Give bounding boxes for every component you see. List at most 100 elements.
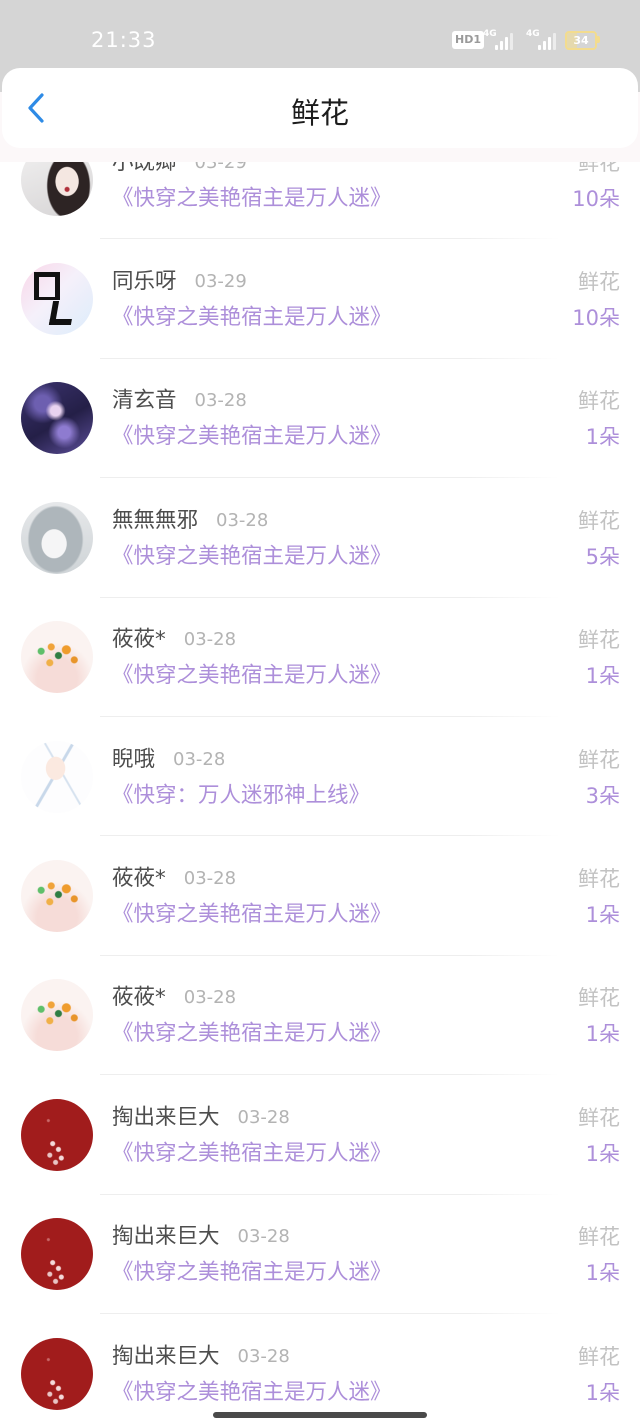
sender-line: 清玄音 03-28 — [112, 388, 247, 414]
home-indicator[interactable] — [213, 1412, 427, 1418]
gift-date: 03-28 — [173, 748, 226, 770]
sender-name: 無無無邪 — [112, 507, 199, 533]
sender-line: 睨哦 03-28 — [112, 747, 225, 773]
clock: 21:33 — [91, 28, 157, 52]
sender-line: 掏出来巨大 03-28 — [112, 1224, 290, 1250]
gift-record-row[interactable]: 無無無邪 03-28 《快穿之美艳宿主是万人迷》 鲜花 5朵 — [0, 478, 640, 598]
gift-record-row[interactable]: 掏出来巨大 03-28 《快穿之美艳宿主是万人迷》 鲜花 1朵 — [0, 1314, 640, 1422]
gift-count: 1朵 — [585, 1380, 620, 1405]
gift-type: 鲜花 — [578, 1344, 620, 1369]
signal-bar — [495, 45, 498, 50]
book-title-link[interactable]: 《快穿之美艳宿主是万人迷》 — [112, 663, 392, 689]
gift-date: 03-28 — [183, 868, 237, 890]
book-title-link[interactable]: 《快穿之美艳宿主是万人迷》 — [112, 1141, 392, 1167]
signal-icon: 4G — [526, 29, 558, 51]
gift-count: 1朵 — [585, 1261, 620, 1286]
sender-line: 同乐呀 03-29 — [112, 269, 247, 295]
signal-bar — [510, 33, 513, 50]
gift-type: 鲜花 — [578, 747, 620, 772]
gift-count: 5朵 — [585, 544, 620, 569]
top-area: 21:33 HD1 4G 4G 34 鲜花 — [0, 0, 640, 162]
book-title-link[interactable]: 《快穿之美艳宿主是万人迷》 — [112, 1260, 392, 1286]
signal-bar — [505, 37, 508, 50]
gift-type: 鲜花 — [578, 270, 620, 295]
gift-count: 3朵 — [585, 783, 620, 808]
gift-record-row[interactable]: 睨哦 03-28 《快穿：万人迷邪神上线》 鲜花 3朵 — [0, 717, 640, 837]
status-bar: 21:33 HD1 4G 4G 34 — [0, 0, 640, 68]
gift-type: 鲜花 — [578, 1105, 620, 1130]
sender-name: 莜莜* — [112, 627, 166, 653]
gift-date: 03-28 — [237, 1106, 290, 1128]
gift-date: 03-28 — [216, 509, 269, 531]
sender-line: 無無無邪 03-28 — [112, 508, 268, 534]
book-title-link[interactable]: 《快穿之美艳宿主是万人迷》 — [112, 186, 392, 212]
sender-line: 莜莜* 03-28 — [112, 627, 236, 653]
nav-bar: 鲜花 — [2, 68, 638, 148]
avatar[interactable] — [21, 1098, 93, 1171]
gift-count: 1朵 — [585, 425, 620, 450]
gift-date: 03-28 — [237, 1226, 290, 1248]
book-title-link[interactable]: 《快穿之美艳宿主是万人迷》 — [112, 424, 392, 450]
gift-count: 10朵 — [572, 186, 620, 211]
signal-bar — [500, 41, 503, 50]
gift-date: 03-29 — [194, 271, 247, 293]
gift-date: 03-28 — [194, 390, 247, 412]
sender-line: 掏出来巨大 03-28 — [112, 1344, 290, 1370]
battery-icon: 34 — [565, 31, 597, 50]
avatar[interactable] — [21, 860, 93, 933]
gift-date: 03-28 — [183, 629, 237, 651]
sender-name: 掏出来巨大 — [112, 1224, 220, 1250]
avatar[interactable] — [21, 263, 93, 336]
avatar[interactable] — [21, 979, 93, 1052]
book-title-link[interactable]: 《快穿之美艳宿主是万人迷》 — [112, 305, 392, 331]
signal-bar — [538, 45, 541, 50]
book-title-link[interactable]: 《快穿之美艳宿主是万人迷》 — [112, 902, 392, 928]
sender-line: 莜莜* 03-28 — [112, 866, 236, 892]
network-type: 4G — [526, 29, 540, 39]
sender-name: 睨哦 — [112, 746, 156, 772]
gift-count: 10朵 — [572, 306, 620, 331]
gift-record-row[interactable]: 清玄音 03-28 《快穿之美艳宿主是万人迷》 鲜花 1朵 — [0, 359, 640, 479]
avatar[interactable] — [21, 382, 93, 455]
avatar[interactable] — [21, 1337, 93, 1410]
sender-line: 掏出来巨大 03-28 — [112, 1105, 290, 1131]
flower-records-page: 21:33 HD1 4G 4G 34 鲜花 小既卿 03-29 《快穿之美艳宿主… — [0, 0, 640, 1422]
avatar[interactable] — [21, 740, 93, 813]
sender-name: 掏出来巨大 — [112, 1343, 220, 1369]
gift-type: 鲜花 — [578, 628, 620, 653]
gift-type: 鲜花 — [578, 867, 620, 892]
book-title-link[interactable]: 《快穿：万人迷邪神上线》 — [112, 783, 370, 809]
book-title-link[interactable]: 《快穿之美艳宿主是万人迷》 — [112, 1021, 392, 1047]
gift-record-row[interactable]: 同乐呀 03-29 《快穿之美艳宿主是万人迷》 鲜花 10朵 — [0, 239, 640, 359]
avatar[interactable] — [21, 501, 93, 574]
sender-name: 莜莜* — [112, 985, 166, 1011]
gift-record-row[interactable]: 掏出来巨大 03-28 《快穿之美艳宿主是万人迷》 鲜花 1朵 — [0, 1195, 640, 1314]
signal-bar — [548, 37, 551, 50]
gift-record-row[interactable]: 掏出来巨大 03-28 《快穿之美艳宿主是万人迷》 鲜花 1朵 — [0, 1075, 640, 1195]
sender-name: 莜莜* — [112, 866, 166, 892]
sender-name: 清玄音 — [112, 388, 177, 414]
signal-bar — [543, 41, 546, 50]
avatar[interactable] — [21, 621, 93, 694]
gift-record-row[interactable]: 莜莜* 03-28 《快穿之美艳宿主是万人迷》 鲜花 1朵 — [0, 836, 640, 956]
gift-type: 鲜花 — [578, 508, 620, 533]
book-title-link[interactable]: 《快穿之美艳宿主是万人迷》 — [112, 1380, 392, 1406]
gift-list[interactable]: 小既卿 03-29 《快穿之美艳宿主是万人迷》 鲜花 10朵 同乐呀 03-29… — [0, 120, 640, 1422]
gift-date: 03-28 — [183, 987, 237, 1009]
gift-type: 鲜花 — [578, 986, 620, 1011]
network-type: 4G — [483, 29, 497, 39]
signal-icon: 4G — [483, 29, 515, 51]
gift-record-row[interactable]: 莜莜* 03-28 《快穿之美艳宿主是万人迷》 鲜花 1朵 — [0, 598, 640, 717]
gift-record-row[interactable]: 莜莜* 03-28 《快穿之美艳宿主是万人迷》 鲜花 1朵 — [0, 956, 640, 1076]
book-title-link[interactable]: 《快穿之美艳宿主是万人迷》 — [112, 544, 392, 570]
battery-level: 34 — [573, 34, 589, 47]
gift-count: 1朵 — [585, 664, 620, 689]
gift-date: 03-28 — [237, 1345, 290, 1367]
sender-line: 莜莜* 03-28 — [112, 985, 236, 1011]
avatar[interactable] — [21, 1218, 93, 1291]
sender-name: 掏出来巨大 — [112, 1104, 220, 1130]
battery-tip — [597, 36, 600, 43]
gift-count: 1朵 — [585, 903, 620, 928]
hd-voice-icon: HD1 — [452, 31, 484, 49]
gift-type: 鲜花 — [578, 389, 620, 414]
